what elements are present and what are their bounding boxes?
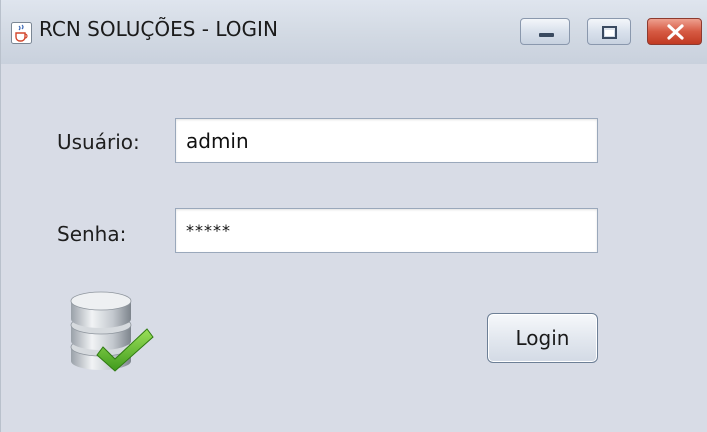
- maximize-icon: [602, 26, 617, 39]
- login-button[interactable]: Login: [487, 313, 598, 363]
- close-button[interactable]: [647, 18, 702, 45]
- minimize-button[interactable]: [520, 18, 570, 45]
- java-coffee-cup-icon: [11, 22, 32, 44]
- username-label: Usuário:: [57, 130, 140, 154]
- window-title: RCN SOLUÇÕES - LOGIN: [39, 17, 278, 41]
- title-bar[interactable]: RCN SOLUÇÕES - LOGIN: [1, 0, 707, 64]
- minimize-icon: [539, 33, 554, 37]
- password-field[interactable]: [175, 208, 598, 253]
- username-field[interactable]: [175, 118, 598, 163]
- maximize-button[interactable]: [587, 18, 631, 45]
- close-icon: [667, 24, 684, 40]
- password-label: Senha:: [57, 222, 127, 246]
- login-window: RCN SOLUÇÕES - LOGIN Usuário: Senha:: [0, 0, 707, 432]
- database-check-icon: [63, 285, 155, 377]
